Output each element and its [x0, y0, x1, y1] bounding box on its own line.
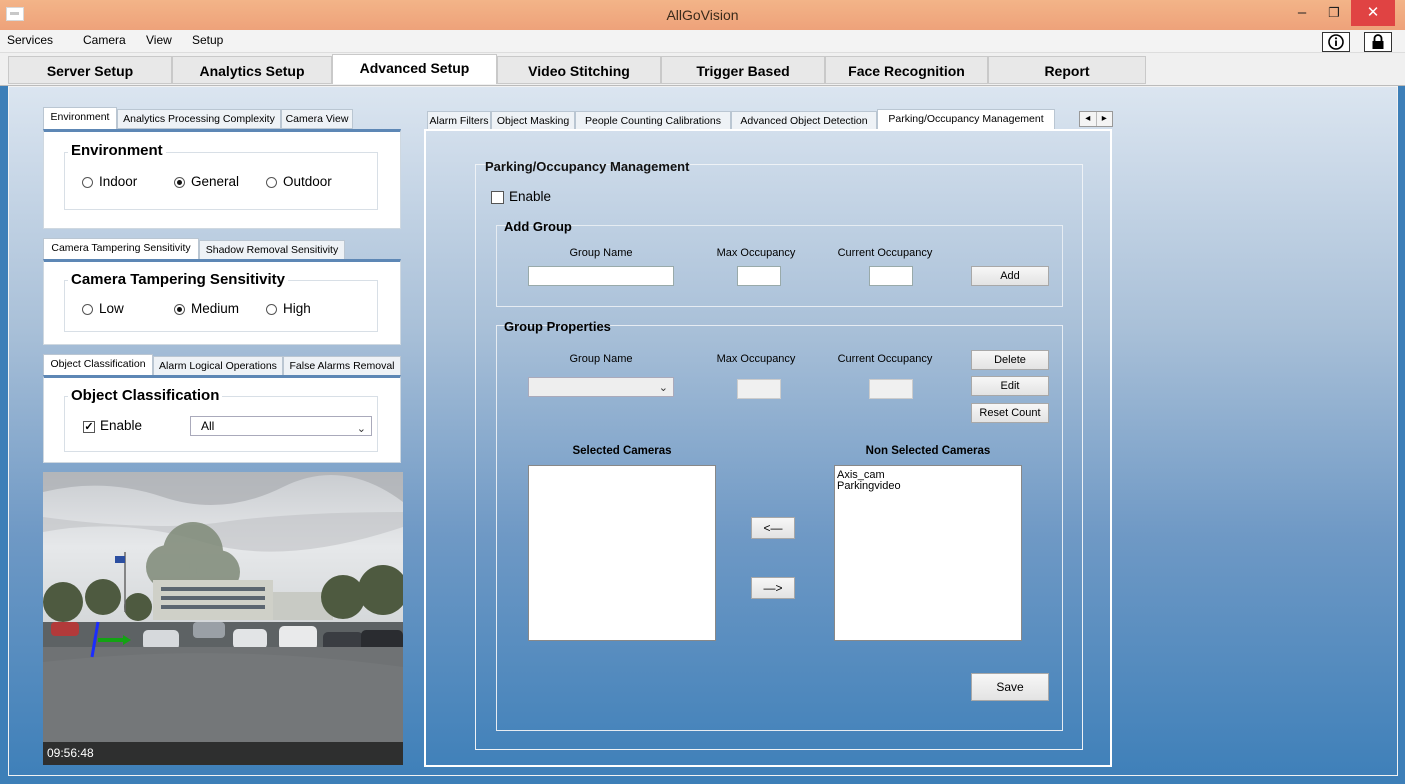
lock-button[interactable]	[1364, 32, 1392, 52]
props-group-name-select[interactable]: ⌄	[528, 377, 674, 397]
chevron-down-icon: ⌄	[658, 382, 668, 394]
add-group-title: Add Group	[504, 219, 572, 234]
selected-cameras-label: Selected Cameras	[572, 445, 672, 457]
radio-medium[interactable]	[174, 304, 185, 315]
info-icon	[1328, 34, 1344, 50]
menu-bar: Services Camera View Setup	[0, 30, 1405, 53]
tab-alarm-logical-operations[interactable]: Alarm Logical Operations	[153, 356, 283, 376]
add-max-occupancy-label: Max Occupancy	[716, 247, 796, 259]
tab-analytics-setup[interactable]: Analytics Setup	[172, 56, 332, 84]
parking-enable-checkbox[interactable]	[491, 191, 504, 204]
radio-medium-label: Medium	[191, 301, 240, 316]
non-selected-cameras-label: Non Selected Cameras	[865, 445, 991, 457]
add-current-occupancy-input[interactable]	[869, 266, 913, 286]
menu-services[interactable]: Services	[7, 33, 53, 47]
tab-shadow-removal-sensitivity[interactable]: Shadow Removal Sensitivity	[199, 240, 345, 260]
environment-panel: Environment Indoor General Outdoor	[43, 129, 401, 229]
camera-image	[43, 472, 403, 765]
tampering-panel: Camera Tampering Sensitivity Low Medium …	[43, 259, 401, 345]
lock-icon	[1372, 34, 1384, 49]
tab-environment[interactable]: Environment	[43, 107, 117, 129]
environment-group-title: Environment	[68, 142, 166, 159]
tab-camera-view[interactable]: Camera View	[281, 109, 353, 129]
menu-view[interactable]: View	[146, 33, 172, 47]
radio-indoor-label: Indoor	[99, 174, 138, 189]
add-button[interactable]: Add	[971, 266, 1049, 286]
add-group-name-input[interactable]	[528, 266, 674, 286]
restore-button[interactable]: ❐	[1318, 0, 1350, 26]
tab-people-counting-calibrations[interactable]: People Counting Calibrations	[575, 111, 731, 131]
tab-scroll-buttons: ◂ ▸	[1079, 111, 1113, 127]
props-current-occupancy-input[interactable]	[869, 379, 913, 399]
group-properties-title: Group Properties	[504, 319, 611, 334]
main-tab-bar: Server Setup Analytics Setup Advanced Se…	[0, 53, 1405, 86]
objclass-enable-checkbox[interactable]: ✓	[83, 421, 95, 433]
objclass-panel: Object Classification ✓ Enable All ⌄	[43, 375, 401, 463]
add-max-occupancy-input[interactable]	[737, 266, 781, 286]
radio-outdoor-label: Outdoor	[283, 174, 332, 189]
tab-advanced-object-detection[interactable]: Advanced Object Detection	[731, 111, 877, 131]
tab-parking-occupancy-management[interactable]: Parking/Occupancy Management	[877, 109, 1055, 131]
camera-view[interactable]: 09:56:48	[43, 472, 403, 765]
parking-enable-label: Enable	[509, 189, 552, 204]
parking-panel: Parking/Occupancy Management Enable Add …	[424, 129, 1112, 767]
objclass-enable-label: Enable	[100, 418, 143, 433]
tab-face-recognition[interactable]: Face Recognition	[825, 56, 988, 84]
tab-video-stitching[interactable]: Video Stitching	[497, 56, 661, 84]
tab-trigger-based[interactable]: Trigger Based	[661, 56, 825, 84]
radio-outdoor[interactable]	[266, 177, 277, 188]
tab-server-setup[interactable]: Server Setup	[8, 56, 172, 84]
objclass-group-title: Object Classification	[68, 387, 223, 404]
add-current-occupancy-label: Current Occupancy	[837, 247, 933, 259]
non-selected-cameras-list[interactable]: Axis_cam Parkingvideo	[834, 465, 1022, 641]
radio-general[interactable]	[174, 177, 185, 188]
props-group-name-label: Group Name	[569, 353, 633, 365]
selected-cameras-list[interactable]	[528, 465, 716, 641]
reset-count-button[interactable]: Reset Count	[971, 403, 1049, 423]
tab-advanced-setup[interactable]: Advanced Setup	[332, 54, 497, 84]
edit-button[interactable]: Edit	[971, 376, 1049, 396]
props-current-occupancy-label: Current Occupancy	[837, 353, 933, 365]
move-left-button[interactable]: <—	[751, 517, 795, 539]
radio-low-label: Low	[99, 301, 124, 316]
add-group-name-label: Group Name	[569, 247, 633, 259]
props-max-occupancy-input[interactable]	[737, 379, 781, 399]
tab-scroll-right-button[interactable]: ▸	[1097, 112, 1113, 126]
parking-title: Parking/Occupancy Management	[485, 159, 690, 174]
radio-general-label: General	[191, 174, 240, 189]
chevron-down-icon: ⌄	[356, 423, 366, 435]
tab-object-masking[interactable]: Object Masking	[491, 111, 575, 131]
tab-report[interactable]: Report	[988, 56, 1146, 84]
tab-camera-tampering-sensitivity[interactable]: Camera Tampering Sensitivity	[43, 238, 199, 260]
tab-analytics-processing-complexity[interactable]: Analytics Processing Complexity	[117, 109, 281, 129]
tab-object-classification[interactable]: Object Classification	[43, 354, 153, 376]
close-button[interactable]: ✕	[1351, 0, 1395, 26]
title-bar: AllGoVision – ❐ ✕	[0, 0, 1405, 30]
objclass-select[interactable]: All ⌄	[190, 416, 372, 436]
objclass-select-value: All	[201, 419, 215, 433]
delete-button[interactable]: Delete	[971, 350, 1049, 370]
list-item[interactable]: Parkingvideo	[837, 481, 1019, 492]
minimize-button[interactable]: –	[1286, 0, 1318, 26]
menu-camera[interactable]: Camera	[83, 33, 126, 47]
radio-high-label: High	[283, 301, 311, 316]
radio-indoor[interactable]	[82, 177, 93, 188]
tab-scroll-left-button[interactable]: ◂	[1080, 112, 1097, 126]
move-right-button[interactable]: —>	[751, 577, 795, 599]
content-area: Environment Analytics Processing Complex…	[8, 86, 1398, 776]
save-button[interactable]: Save	[971, 673, 1049, 701]
camera-timestamp: 09:56:48	[47, 746, 94, 760]
tampering-group-title: Camera Tampering Sensitivity	[68, 271, 288, 288]
menu-setup[interactable]: Setup	[192, 33, 223, 47]
info-button[interactable]	[1322, 32, 1350, 52]
tab-alarm-filters[interactable]: Alarm Filters	[427, 111, 491, 131]
tab-false-alarms-removal[interactable]: False Alarms Removal	[283, 356, 401, 376]
radio-low[interactable]	[82, 304, 93, 315]
window-title: AllGoVision	[666, 7, 739, 23]
props-max-occupancy-label: Max Occupancy	[716, 353, 796, 365]
radio-high[interactable]	[266, 304, 277, 315]
